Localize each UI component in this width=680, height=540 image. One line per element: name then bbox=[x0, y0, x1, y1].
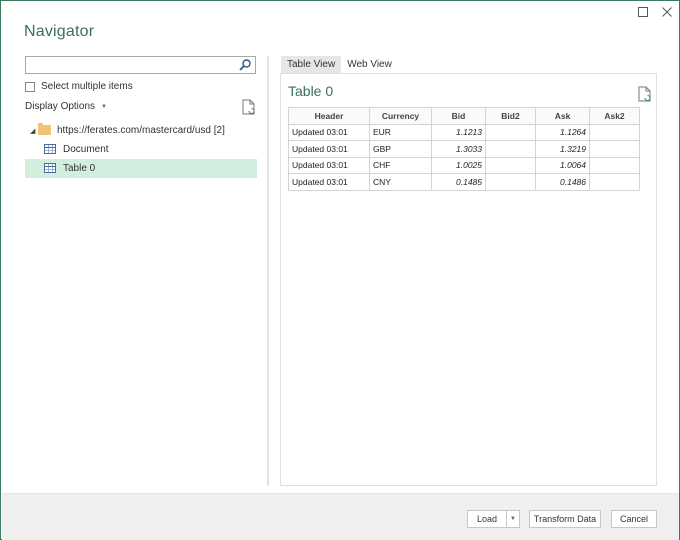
table-cell: CHF bbox=[369, 156, 432, 174]
select-multiple-checkbox[interactable] bbox=[25, 81, 35, 92]
table-cell bbox=[485, 156, 536, 174]
table-cell bbox=[485, 123, 536, 141]
table-cell: 0.1486 bbox=[535, 173, 590, 191]
preview-table: Header Currency Bid Bid2 Ask Ask2 Update… bbox=[288, 107, 640, 191]
tree-item-table-0[interactable]: Table 0 bbox=[25, 159, 257, 178]
close-button[interactable] bbox=[653, 3, 680, 23]
display-options-label: Display Options bbox=[25, 101, 96, 112]
dialog-footer: Load ▼ Transform Data Cancel bbox=[2, 493, 679, 540]
table-cell: CNY bbox=[369, 173, 432, 191]
tab-table-view[interactable]: Table View bbox=[281, 56, 342, 73]
column-header: Bid bbox=[431, 107, 486, 125]
select-multiple-row[interactable]: Select multiple items bbox=[25, 81, 133, 92]
table-cell bbox=[589, 173, 640, 191]
table-cell: 0.1485 bbox=[431, 173, 486, 191]
cancel-button[interactable]: Cancel bbox=[611, 510, 657, 528]
table-cell: 1.1213 bbox=[431, 123, 486, 141]
table-cell: GBP bbox=[369, 140, 432, 158]
chevron-down-icon: ▼ bbox=[101, 103, 107, 110]
table-header-row: Header Currency Bid Bid2 Ask Ask2 bbox=[288, 107, 640, 125]
table-icon bbox=[44, 163, 56, 173]
navigator-tree: ◢ https://ferates.com/mastercard/usd [2]… bbox=[25, 121, 257, 178]
table-row: Updated 03:01 CNY 0.1485 0.1486 bbox=[288, 173, 640, 191]
table-cell bbox=[589, 140, 640, 158]
table-cell: 1.1264 bbox=[535, 123, 590, 141]
refresh-icon[interactable] bbox=[638, 86, 652, 102]
maximize-icon bbox=[638, 4, 648, 22]
table-cell: 1.3033 bbox=[431, 140, 486, 158]
tree-root-label: https://ferates.com/mastercard/usd [2] bbox=[57, 125, 225, 136]
table-cell: Updated 03:01 bbox=[288, 123, 370, 141]
view-tabs: Table View Web View bbox=[281, 56, 398, 73]
table-cell: 1.0025 bbox=[431, 156, 486, 174]
close-icon bbox=[662, 4, 672, 22]
load-button[interactable]: Load bbox=[467, 510, 507, 528]
table-cell: EUR bbox=[369, 123, 432, 141]
tree-item-label: Table 0 bbox=[63, 163, 96, 174]
expand-arrow-icon[interactable]: ◢ bbox=[30, 127, 35, 135]
transform-data-button[interactable]: Transform Data bbox=[529, 510, 601, 528]
load-options-button[interactable]: ▼ bbox=[506, 510, 520, 528]
table-cell bbox=[485, 173, 536, 191]
folder-icon bbox=[38, 123, 51, 135]
preview-title: Table 0 bbox=[288, 83, 334, 99]
tree-item-document[interactable]: Document bbox=[25, 140, 257, 159]
search-icon[interactable] bbox=[238, 58, 252, 72]
column-header: Bid2 bbox=[485, 107, 536, 125]
column-header: Ask bbox=[535, 107, 590, 125]
table-row: Updated 03:01 CHF 1.0025 1.0064 bbox=[288, 156, 640, 174]
tab-web-view[interactable]: Web View bbox=[341, 56, 398, 73]
table-cell: 1.0064 bbox=[535, 156, 590, 174]
preview-pane: Table 0 Header Currency Bid Bid2 Ask Ask… bbox=[280, 73, 657, 486]
tree-item-label: Document bbox=[63, 144, 109, 155]
select-multiple-label: Select multiple items bbox=[41, 81, 133, 92]
panel-splitter[interactable] bbox=[267, 56, 269, 486]
display-options-dropdown[interactable]: Display Options ▼ bbox=[25, 101, 107, 112]
chevron-down-icon: ▼ bbox=[510, 516, 516, 522]
dialog-title: Navigator bbox=[24, 23, 95, 40]
search-box[interactable] bbox=[25, 56, 256, 74]
table-row: Updated 03:01 EUR 1.1213 1.1264 bbox=[288, 123, 640, 141]
column-header: Ask2 bbox=[589, 107, 640, 125]
navigator-dialog: Navigator Select multiple items Display … bbox=[0, 0, 680, 540]
table-cell bbox=[589, 156, 640, 174]
search-input[interactable] bbox=[26, 57, 236, 73]
table-cell: 1.3219 bbox=[535, 140, 590, 158]
tree-root-node[interactable]: ◢ https://ferates.com/mastercard/usd [2] bbox=[25, 121, 257, 140]
column-header: Header bbox=[288, 107, 370, 125]
table-cell: Updated 03:01 bbox=[288, 140, 370, 158]
column-header: Currency bbox=[369, 107, 432, 125]
table-cell bbox=[589, 123, 640, 141]
table-cell: Updated 03:01 bbox=[288, 156, 370, 174]
table-cell bbox=[485, 140, 536, 158]
table-icon bbox=[44, 144, 56, 154]
table-row: Updated 03:01 GBP 1.3033 1.3219 bbox=[288, 140, 640, 158]
table-cell: Updated 03:01 bbox=[288, 173, 370, 191]
refresh-icon[interactable] bbox=[242, 99, 256, 115]
